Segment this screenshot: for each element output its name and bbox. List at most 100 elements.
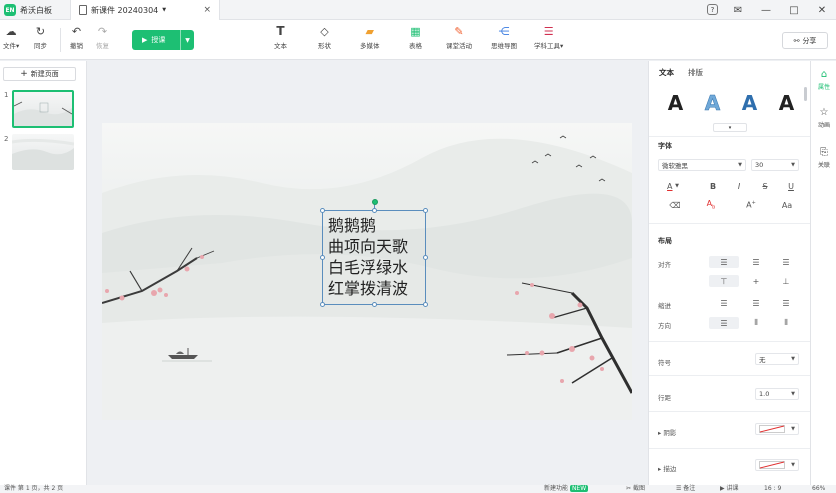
table-tool-button[interactable]: ▦ 表格 bbox=[409, 25, 422, 51]
valign-bottom-icon: ⊥ bbox=[782, 276, 790, 286]
rail-animation[interactable]: ☆ 动画 bbox=[811, 107, 836, 129]
align-center-button[interactable]: ☰ bbox=[745, 256, 767, 268]
title-bar: EN 希沃白板 新课件 20240304 ▼ × ? ✉ — □ ✕ bbox=[0, 0, 836, 20]
indent-increase-button[interactable]: ☰ bbox=[745, 297, 767, 309]
file-menu-button[interactable]: ☁ 文件▾ bbox=[3, 24, 19, 51]
resize-handle-br[interactable] bbox=[423, 302, 428, 307]
resize-handle-tr[interactable] bbox=[423, 208, 428, 213]
none-swatch-icon bbox=[759, 425, 785, 433]
present-dropdown-icon[interactable]: ▼ bbox=[180, 30, 194, 50]
resize-handle-b[interactable] bbox=[372, 302, 377, 307]
document-tab[interactable]: 新课件 20240304 ▼ × bbox=[70, 0, 220, 20]
minimize-button[interactable]: — bbox=[758, 2, 774, 18]
underline-button[interactable]: U bbox=[781, 180, 801, 192]
indent-first-line-button[interactable]: ☰ bbox=[775, 297, 797, 309]
font-size-case-button[interactable]: Aa bbox=[777, 199, 797, 211]
tab-layout[interactable]: 排版 bbox=[688, 67, 703, 78]
poem-text[interactable]: 鹅鹅鹅 曲项向天歌 白毛浮绿水 红掌拨清波 bbox=[328, 215, 408, 299]
shape-icon: ◇ bbox=[320, 24, 329, 38]
media-tool-button[interactable]: ▰ 多媒体 bbox=[360, 25, 380, 51]
stroke-toggle[interactable]: ▸ 描边 bbox=[658, 463, 676, 473]
resize-handle-l[interactable] bbox=[320, 255, 325, 260]
cloud-icon: ☁ bbox=[5, 24, 17, 38]
slide-canvas[interactable]: 鹅鹅鹅 曲项向天歌 白毛浮绿水 红掌拨清波 bbox=[102, 123, 632, 420]
text-effect-button[interactable]: A+ bbox=[741, 199, 761, 211]
font-color-button[interactable]: A ▼ bbox=[658, 180, 688, 192]
text-style-preset-3[interactable]: A bbox=[742, 91, 757, 115]
text-style-preset-4[interactable]: A bbox=[779, 91, 794, 115]
maximize-button[interactable]: □ bbox=[786, 2, 802, 18]
text-highlight-button[interactable]: Ab bbox=[701, 199, 721, 211]
feedback-icon[interactable]: ✉ bbox=[730, 2, 746, 18]
tab-dropdown-icon[interactable]: ▼ bbox=[162, 7, 166, 13]
activity-tool-button[interactable]: ✎ 课堂活动 bbox=[446, 25, 472, 51]
shadow-toggle[interactable]: ▸ 阴影 bbox=[658, 427, 676, 437]
line-spacing-select[interactable]: 1.0 ▼ bbox=[755, 388, 799, 400]
valign-bottom-button[interactable]: ⊥ bbox=[775, 275, 797, 287]
mindmap-tool-button[interactable]: ⋲ 思维导图 bbox=[491, 25, 517, 51]
text-tool-button[interactable]: T 文本 bbox=[274, 24, 287, 50]
clear-format-button[interactable]: ⌫ bbox=[665, 199, 685, 211]
zoom-level[interactable]: 66% bbox=[812, 485, 825, 493]
text-style-preset-2[interactable]: A bbox=[704, 91, 720, 116]
sync-icon: ↻ bbox=[35, 24, 46, 38]
bullet-select[interactable]: 无 ▼ bbox=[755, 353, 799, 365]
vertical-text-rtl-button[interactable]: ⫴ bbox=[775, 317, 797, 329]
rotation-handle[interactable] bbox=[372, 199, 378, 205]
new-feature-button[interactable]: 新建功能 NEW bbox=[544, 485, 589, 493]
align-left-button[interactable]: ☰ bbox=[709, 256, 739, 268]
text-style-preset-1[interactable]: A bbox=[668, 91, 683, 115]
text-tool-label: 文本 bbox=[274, 42, 287, 50]
stroke-select[interactable]: ▼ bbox=[755, 459, 799, 471]
tab-text[interactable]: 文本 bbox=[659, 67, 674, 78]
page-thumbnail-1[interactable] bbox=[12, 90, 74, 128]
italic-button[interactable]: I bbox=[729, 180, 749, 192]
bold-button[interactable]: B bbox=[703, 180, 723, 192]
share-button[interactable]: ⚯ 分享 bbox=[782, 32, 828, 49]
page-thumbnail-2[interactable] bbox=[12, 134, 74, 170]
screenshot-button[interactable]: ✂ 截图 bbox=[626, 485, 645, 493]
chevron-down-icon: ▼ bbox=[791, 391, 795, 397]
present-mode-button[interactable]: ▶ 讲课 bbox=[720, 485, 739, 493]
rail-link[interactable]: ⎘ 关联 bbox=[811, 147, 836, 169]
undo-button[interactable]: ↶ 撤销 bbox=[70, 25, 83, 51]
selected-textbox[interactable]: 鹅鹅鹅 曲项向天歌 白毛浮绿水 红掌拨清波 bbox=[320, 199, 428, 307]
indent-decrease-button[interactable]: ☰ bbox=[709, 297, 739, 309]
more-styles-dropdown[interactable]: ▾ bbox=[713, 123, 747, 132]
strikethrough-button[interactable]: S bbox=[755, 180, 775, 192]
bullet-value: 无 bbox=[759, 356, 766, 364]
none-swatch-icon bbox=[759, 461, 785, 469]
valign-middle-button[interactable]: + bbox=[745, 275, 767, 287]
new-page-button[interactable]: + 新建页面 bbox=[3, 67, 76, 81]
horizontal-text-button[interactable]: ☰ bbox=[709, 317, 739, 329]
present-button[interactable]: ▶ 授课 ▼ bbox=[132, 30, 194, 50]
undo-label: 撤销 bbox=[70, 42, 83, 50]
shadow-select[interactable]: ▼ bbox=[755, 423, 799, 435]
resize-handle-t[interactable] bbox=[372, 208, 377, 213]
notes-button[interactable]: ☰ 备注 bbox=[676, 485, 695, 493]
rail-properties[interactable]: ⌂ 属性 bbox=[811, 69, 836, 91]
chevron-down-icon: ▼ bbox=[791, 162, 795, 168]
redo-button[interactable]: ↷ 恢复 bbox=[96, 25, 109, 51]
vertical-text-button[interactable]: ⫴ bbox=[745, 317, 767, 329]
close-button[interactable]: ✕ bbox=[814, 2, 830, 18]
resize-handle-bl[interactable] bbox=[320, 302, 325, 307]
toolbar-divider bbox=[60, 28, 61, 52]
font-size-select[interactable]: 30 ▼ bbox=[751, 159, 799, 171]
resize-handle-r[interactable] bbox=[423, 255, 428, 260]
subject-tools-button[interactable]: ☰ 学科工具▾ bbox=[534, 25, 563, 51]
font-family-select[interactable]: 微软雅黑 ▼ bbox=[658, 159, 746, 171]
valign-top-icon: ⊤ bbox=[720, 276, 728, 286]
line-spacing-label: 行距 bbox=[658, 394, 671, 402]
aspect-ratio-select[interactable]: 16 : 9 bbox=[764, 485, 781, 493]
valign-top-button[interactable]: ⊤ bbox=[709, 275, 739, 287]
align-right-button[interactable]: ☰ bbox=[775, 256, 797, 268]
resize-handle-tl[interactable] bbox=[320, 208, 325, 213]
divider bbox=[649, 448, 811, 449]
tab-close-icon[interactable]: × bbox=[203, 5, 211, 15]
pages-panel: + 新建页面 1 2 bbox=[0, 61, 87, 485]
help-icon[interactable]: ? bbox=[707, 4, 718, 15]
app-tab[interactable]: EN 希沃白板 bbox=[0, 0, 66, 20]
shape-tool-button[interactable]: ◇ 形状 bbox=[318, 24, 331, 51]
sync-button[interactable]: ↻ 同步 bbox=[34, 24, 47, 51]
